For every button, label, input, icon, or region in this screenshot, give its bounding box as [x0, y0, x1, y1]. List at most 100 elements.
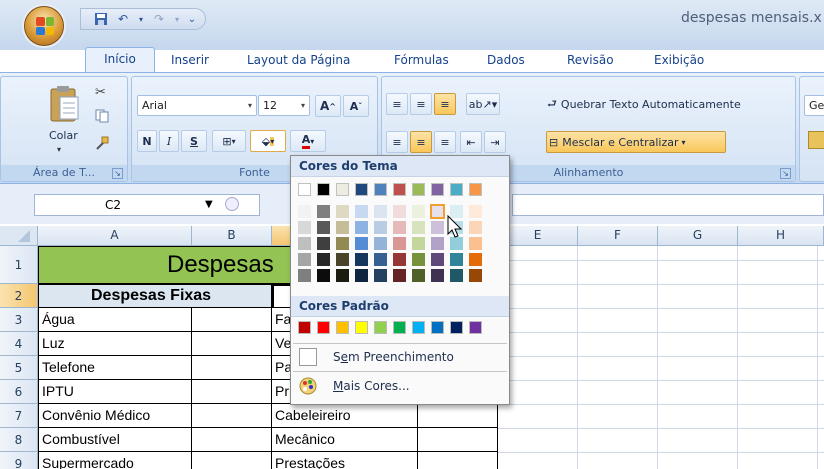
fixed-header-cell[interactable]: Despesas Fixas — [38, 284, 272, 308]
standard-color-swatch[interactable] — [469, 321, 482, 334]
theme-color-swatch[interactable] — [336, 183, 349, 196]
no-fill-option[interactable]: Sem Preenchimento — [293, 344, 507, 370]
cell-d[interactable] — [418, 452, 498, 469]
theme-shade-swatch[interactable] — [374, 253, 387, 266]
theme-shade-swatch[interactable] — [298, 237, 311, 250]
theme-shade-swatch[interactable] — [412, 237, 425, 250]
theme-shade-swatch[interactable] — [412, 205, 425, 218]
row-header-9[interactable]: 9 — [0, 452, 38, 469]
fixed-item-cell[interactable]: Convênio Médico — [38, 404, 192, 428]
theme-color-swatch[interactable] — [298, 183, 311, 196]
tab-dados[interactable]: Dados — [487, 53, 525, 67]
office-button[interactable] — [24, 6, 64, 46]
cell-b[interactable] — [192, 308, 272, 332]
cell-b[interactable] — [192, 452, 272, 469]
cell-b[interactable] — [192, 404, 272, 428]
name-box-dropdown-icon[interactable]: ▼ — [205, 195, 213, 215]
c-item-cell[interactable]: Prestações — [272, 452, 418, 469]
tab-inserir[interactable]: Inserir — [171, 53, 209, 67]
theme-shade-swatch[interactable] — [469, 205, 482, 218]
cell-d[interactable] — [418, 404, 498, 428]
theme-shade-swatch[interactable] — [336, 237, 349, 250]
formula-bar-resize-icon[interactable] — [225, 197, 239, 211]
theme-color-swatch[interactable] — [450, 183, 463, 196]
tab-layout-da-pagina[interactable]: Layout da Página — [247, 53, 350, 67]
alignment-launcher-icon[interactable]: ↘ — [780, 168, 791, 179]
column-header-f[interactable]: F — [578, 226, 658, 246]
orientation-icon[interactable]: ab↗▾ — [466, 93, 500, 115]
column-header-h[interactable]: H — [738, 226, 824, 246]
format-painter-icon[interactable] — [94, 135, 110, 154]
tab-inicio[interactable]: Início — [85, 47, 155, 72]
increase-indent-icon[interactable]: ⇥ — [484, 131, 506, 153]
font-color-button[interactable]: A ▾ — [290, 130, 326, 152]
theme-shade-swatch[interactable] — [374, 269, 387, 282]
tab-formulas[interactable]: Fórmulas — [394, 53, 449, 67]
cell-b[interactable] — [192, 332, 272, 356]
paste-dropdown-icon[interactable]: ▾ — [57, 145, 61, 154]
fixed-item-cell[interactable]: Supermercado — [38, 452, 192, 469]
tab-revisao[interactable]: Revisão — [567, 53, 614, 67]
font-size-dropdown-icon[interactable]: ▾ — [301, 96, 305, 115]
font-size-box[interactable]: 12 ▾ — [258, 95, 310, 116]
shrink-font-icon[interactable]: Aˇ — [343, 95, 369, 117]
accounting-format-icon[interactable] — [808, 131, 824, 149]
tab-exibicao[interactable]: Exibição — [654, 53, 704, 67]
standard-color-swatch[interactable] — [298, 321, 311, 334]
align-center-icon[interactable]: ≡ — [410, 131, 432, 153]
theme-shade-swatch[interactable] — [469, 253, 482, 266]
theme-shade-swatch[interactable] — [317, 269, 330, 282]
cell-b[interactable] — [192, 356, 272, 380]
column-header-b[interactable]: B — [192, 226, 272, 246]
select-all-corner[interactable] — [0, 226, 38, 246]
fixed-item-cell[interactable]: Luz — [38, 332, 192, 356]
theme-color-swatch[interactable] — [431, 183, 444, 196]
redo-icon[interactable]: ↷ — [151, 11, 167, 27]
theme-shade-swatch[interactable] — [431, 221, 444, 234]
dropdown-arrow-icon[interactable]: ▾ — [173, 11, 181, 27]
column-header-e[interactable]: E — [498, 226, 578, 246]
number-format-box[interactable]: Ge — [804, 95, 824, 116]
fill-color-button[interactable]: ⬙ ▾ — [250, 130, 286, 152]
theme-color-swatch[interactable] — [374, 183, 387, 196]
clipboard-launcher-icon[interactable]: ↘ — [112, 168, 123, 179]
row-header-1[interactable]: 1 — [0, 246, 38, 284]
theme-shade-swatch[interactable] — [431, 269, 444, 282]
theme-shade-swatch[interactable] — [355, 269, 368, 282]
theme-shade-swatch[interactable] — [374, 205, 387, 218]
theme-shade-swatch[interactable] — [412, 221, 425, 234]
theme-shade-swatch[interactable] — [317, 205, 330, 218]
align-middle-icon[interactable]: ≡ — [410, 93, 432, 115]
theme-shade-swatch[interactable] — [469, 237, 482, 250]
standard-color-swatch[interactable] — [431, 321, 444, 334]
empty-cells[interactable] — [498, 246, 824, 469]
theme-shade-swatch[interactable] — [317, 237, 330, 250]
row-header-6[interactable]: 6 — [0, 380, 38, 404]
standard-color-swatch[interactable] — [336, 321, 349, 334]
theme-shade-swatch[interactable] — [412, 253, 425, 266]
customize-icon[interactable]: ⌄ — [187, 11, 197, 27]
standard-color-swatch[interactable] — [317, 321, 330, 334]
theme-color-swatch[interactable] — [469, 183, 482, 196]
theme-color-swatch[interactable] — [393, 183, 406, 196]
theme-shade-swatch[interactable] — [393, 237, 406, 250]
standard-color-swatch[interactable] — [374, 321, 387, 334]
theme-shade-swatch[interactable] — [393, 269, 406, 282]
standard-color-swatch[interactable] — [450, 321, 463, 334]
row-header-8[interactable]: 8 — [0, 428, 38, 452]
c-item-cell[interactable]: Mecânico — [272, 428, 418, 452]
theme-shade-swatch[interactable] — [336, 205, 349, 218]
theme-shade-swatch[interactable] — [355, 205, 368, 218]
cell-b[interactable] — [192, 428, 272, 452]
c-item-cell[interactable]: Cabeleireiro — [272, 404, 418, 428]
theme-shade-swatch[interactable] — [317, 221, 330, 234]
theme-shade-swatch[interactable] — [298, 269, 311, 282]
formula-input[interactable] — [512, 194, 824, 216]
column-header-a[interactable]: A — [38, 226, 192, 246]
theme-shade-swatch[interactable] — [336, 269, 349, 282]
bold-button[interactable]: N — [137, 130, 157, 152]
decrease-indent-icon[interactable]: ⇤ — [460, 131, 482, 153]
fixed-item-cell[interactable]: Telefone — [38, 356, 192, 380]
standard-color-swatch[interactable] — [393, 321, 406, 334]
copy-icon[interactable] — [95, 109, 109, 126]
